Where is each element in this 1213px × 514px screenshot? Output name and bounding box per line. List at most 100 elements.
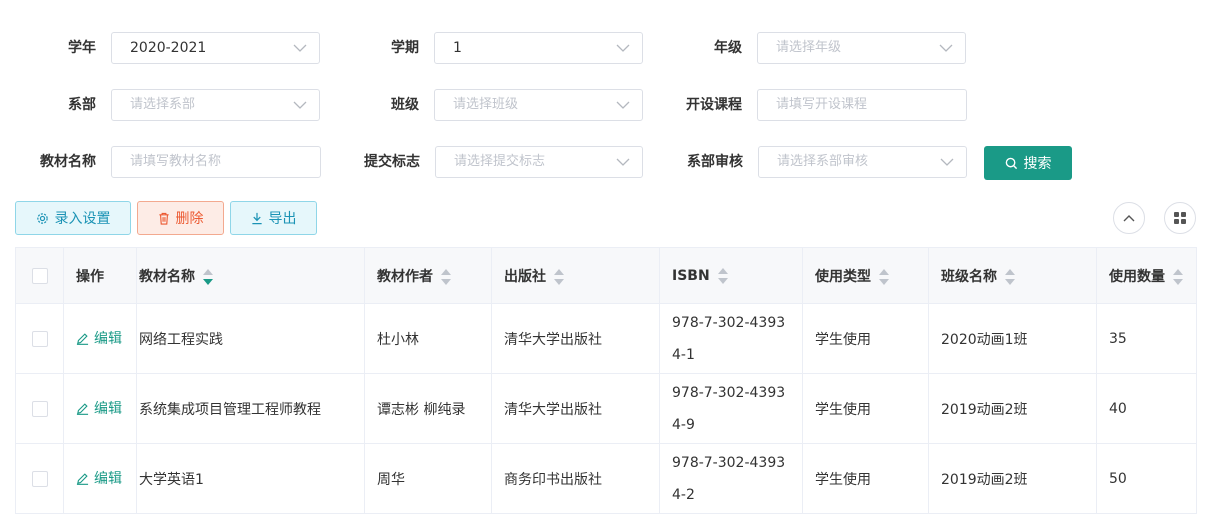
cell-publisher: 商务印书出版社 [491,443,660,514]
dept-review-placeholder: 请选择系部审核 [777,154,869,169]
course-placeholder: 请填写开设课程 [776,97,868,112]
select-all-cell [15,247,64,304]
term-label: 学期 [391,40,419,56]
header-textbook-name-label: 教材名称 [139,268,195,285]
department-select[interactable]: 请选择系部 [111,89,320,121]
cell-class-name: 2019动画2班 [928,373,1097,444]
header-textbook-name[interactable]: 教材名称 [136,247,365,304]
header-publisher[interactable]: 出版社 [491,247,660,304]
cell-publisher: 清华大学出版社 [491,373,660,444]
header-usage-type[interactable]: 使用类型 [802,247,929,304]
isbn-line2: 4-9 [672,416,695,433]
cell-publisher: 清华大学出版社 [491,303,660,374]
header-author-label: 教材作者 [377,268,433,285]
row-checkbox[interactable] [31,470,48,487]
textbook-table: 操作 教材名称 教材作者 出版社 ISBN 使用类型 班级名称 使用数量 编辑 … [15,247,1197,514]
delete-button[interactable]: 删除 [137,201,224,235]
row-checkbox[interactable] [31,400,48,417]
chevron-down-icon [940,158,954,166]
sort-icon[interactable] [1005,268,1015,285]
sort-icon[interactable] [1173,268,1183,285]
submit-flag-placeholder: 请选择提交标志 [454,154,546,169]
entry-settings-label: 录入设置 [54,211,111,227]
cell-textbook-name: 大学英语1 [136,443,365,514]
collapse-button[interactable] [1113,202,1145,234]
cell-quantity: 35 [1096,303,1197,374]
textbook-name-placeholder: 请填写教材名称 [130,154,222,169]
cell-isbn: 978-7-302-4393 4-1 [659,303,803,374]
dept-review-label: 系部审核 [687,154,743,170]
sort-icon[interactable] [717,267,728,284]
edit-link[interactable]: 编辑 [76,398,122,418]
header-publisher-label: 出版社 [504,268,546,285]
header-operation: 操作 [63,247,137,304]
textbook-name-label: 教材名称 [40,154,96,170]
isbn-line1: 978-7-302-4393 [672,384,786,401]
header-class-name-label: 班级名称 [941,268,997,285]
sort-icon[interactable] [203,268,213,285]
chevron-up-icon [1123,215,1135,222]
course-input[interactable]: 请填写开设课程 [757,89,967,121]
class-label: 班级 [391,97,419,113]
header-isbn[interactable]: ISBN [659,247,803,304]
chevron-down-icon [616,158,630,166]
isbn-line2: 4-1 [672,346,695,363]
table-row: 编辑 大学英语1 周华 商务印书出版社 978-7-302-4393 4-2 学生… [15,443,1197,514]
export-button[interactable]: 导出 [230,201,317,235]
cell-author: 谭志彬 柳纯录 [364,373,492,444]
textbook-name-input[interactable]: 请填写教材名称 [111,146,321,178]
trash-icon [158,212,169,225]
header-class-name[interactable]: 班级名称 [928,247,1097,304]
download-icon [251,212,262,224]
search-icon [1005,157,1017,169]
cell-author: 杜小林 [364,303,492,374]
cell-usage-type: 学生使用 [802,443,929,514]
table-row: 编辑 系统集成项目管理工程师教程 谭志彬 柳纯录 清华大学出版社 978-7-3… [15,373,1197,444]
row-checkbox[interactable] [31,330,48,347]
search-button-label: 搜索 [1023,156,1052,172]
edit-label: 编辑 [94,471,122,488]
sort-icon[interactable] [879,268,889,285]
sort-icon[interactable] [554,268,564,285]
header-usage-type-label: 使用类型 [815,268,871,285]
header-isbn-label: ISBN [672,267,710,284]
header-quantity[interactable]: 使用数量 [1096,247,1197,304]
cell-textbook-name: 网络工程实践 [136,303,365,374]
sort-icon[interactable] [441,268,451,285]
cell-isbn: 978-7-302-4393 4-2 [659,443,803,514]
year-label: 学年 [68,40,96,56]
course-label: 开设课程 [686,97,742,113]
row-operation-cell: 编辑 [63,373,137,444]
chevron-down-icon [616,101,630,109]
dept-review-select[interactable]: 请选择系部审核 [758,146,967,178]
cell-quantity: 40 [1096,373,1197,444]
submit-flag-select[interactable]: 请选择提交标志 [435,146,643,178]
year-value: 2020-2021 [130,40,207,56]
gear-icon [36,212,48,224]
class-select[interactable]: 请选择班级 [434,89,643,121]
column-settings-button[interactable] [1164,202,1196,234]
table-header-row: 操作 教材名称 教材作者 出版社 ISBN 使用类型 班级名称 使用数量 [15,247,1197,304]
search-button[interactable]: 搜索 [984,146,1072,180]
edit-link[interactable]: 编辑 [76,328,122,348]
cell-usage-type: 学生使用 [802,303,929,374]
delete-label: 删除 [175,211,204,227]
isbn-line1: 978-7-302-4393 [672,454,786,471]
term-value: 1 [453,40,462,56]
department-placeholder: 请选择系部 [130,97,196,112]
cell-author: 周华 [364,443,492,514]
entry-settings-button[interactable]: 录入设置 [15,201,131,235]
header-author[interactable]: 教材作者 [364,247,492,304]
chevron-down-icon [293,101,307,109]
chevron-down-icon [293,44,307,52]
edit-link[interactable]: 编辑 [76,468,122,488]
class-placeholder: 请选择班级 [453,97,519,112]
select-all-checkbox[interactable] [31,267,48,284]
term-select[interactable]: 1 [434,32,643,64]
edit-icon [76,403,89,415]
grid-icon [1174,212,1186,224]
grade-select[interactable]: 请选择年级 [757,32,966,64]
row-operation-cell: 编辑 [63,303,137,374]
year-select[interactable]: 2020-2021 [111,32,320,64]
row-select-cell [15,443,64,514]
